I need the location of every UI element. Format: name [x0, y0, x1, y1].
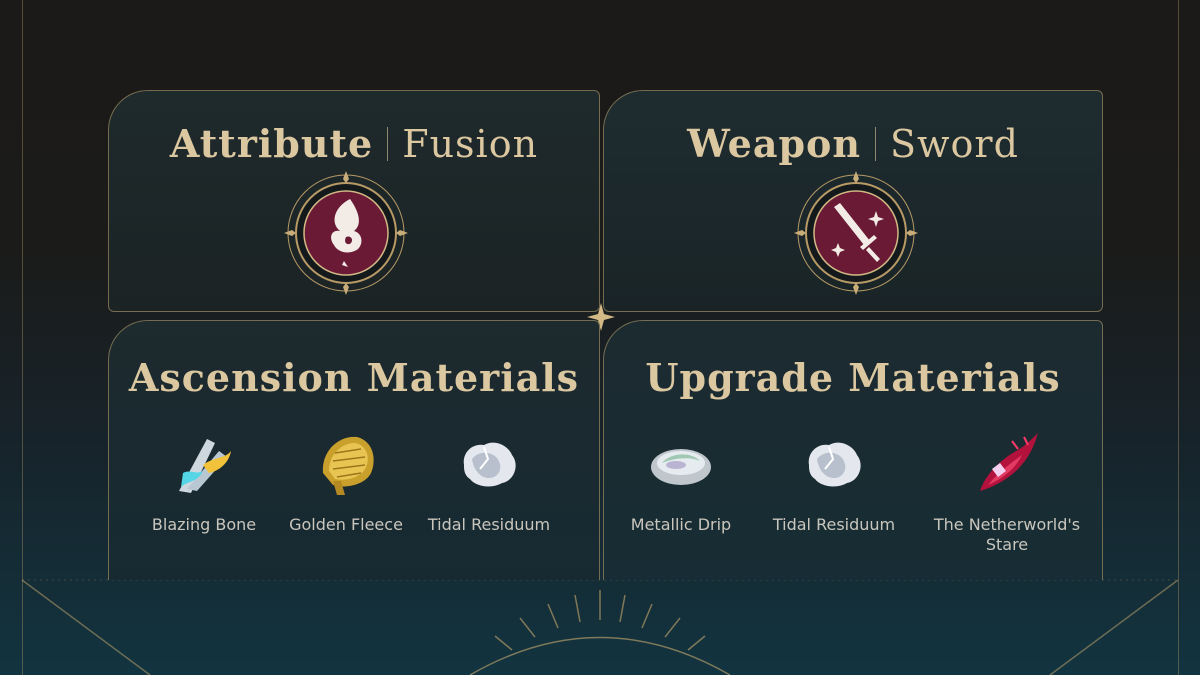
- tidal-residuum-icon: [808, 442, 861, 487]
- upgrade-panel: Upgrade Materials Metallic Drip Tidal Re…: [603, 320, 1103, 580]
- upgrade-title: Upgrade Materials: [645, 355, 1061, 400]
- material-item: Tidal Residuum: [414, 429, 564, 535]
- material-name: Golden Fleece: [289, 515, 403, 534]
- attribute-value: Fusion: [402, 122, 539, 166]
- metallic-drip-icon: [651, 449, 711, 485]
- material-item: Golden Fleece: [271, 429, 421, 535]
- ascension-panel: Ascension Materials Blazing Bone Golden …: [108, 320, 600, 580]
- material-item: Blazing Bone: [129, 429, 279, 535]
- material-name: Metallic Drip: [630, 515, 732, 534]
- material-name: The Netherworld's Stare: [933, 515, 1081, 554]
- weapon-heading: Weapon Sword: [604, 121, 1102, 166]
- ascension-title: Ascension Materials: [128, 355, 580, 400]
- weapon-panel: Weapon Sword: [603, 90, 1103, 312]
- material-item: Metallic Drip: [606, 429, 756, 535]
- netherworld-stare-icon: [980, 433, 1038, 491]
- weapon-title: Weapon: [687, 121, 861, 166]
- material-name: Tidal Residuum: [427, 515, 551, 534]
- heading-divider: [387, 127, 389, 161]
- material-name: Blazing Bone: [151, 515, 257, 534]
- heading-divider: [874, 127, 876, 161]
- blazing-bone-icon: [179, 439, 231, 493]
- weapon-value: Sword: [889, 122, 1019, 166]
- material-item: The Netherworld's Stare: [922, 429, 1092, 555]
- golden-fleece-icon: [322, 436, 374, 495]
- attribute-panel: Attribute Fusion: [108, 90, 600, 312]
- material-item: Tidal Residuum: [759, 429, 909, 535]
- sword-icon: [794, 171, 918, 295]
- tidal-residuum-icon: [463, 442, 516, 487]
- fusion-flame-icon: [284, 171, 408, 295]
- attribute-title: Attribute: [169, 121, 374, 166]
- attribute-heading: Attribute Fusion: [109, 121, 599, 166]
- material-name: Tidal Residuum: [772, 515, 896, 534]
